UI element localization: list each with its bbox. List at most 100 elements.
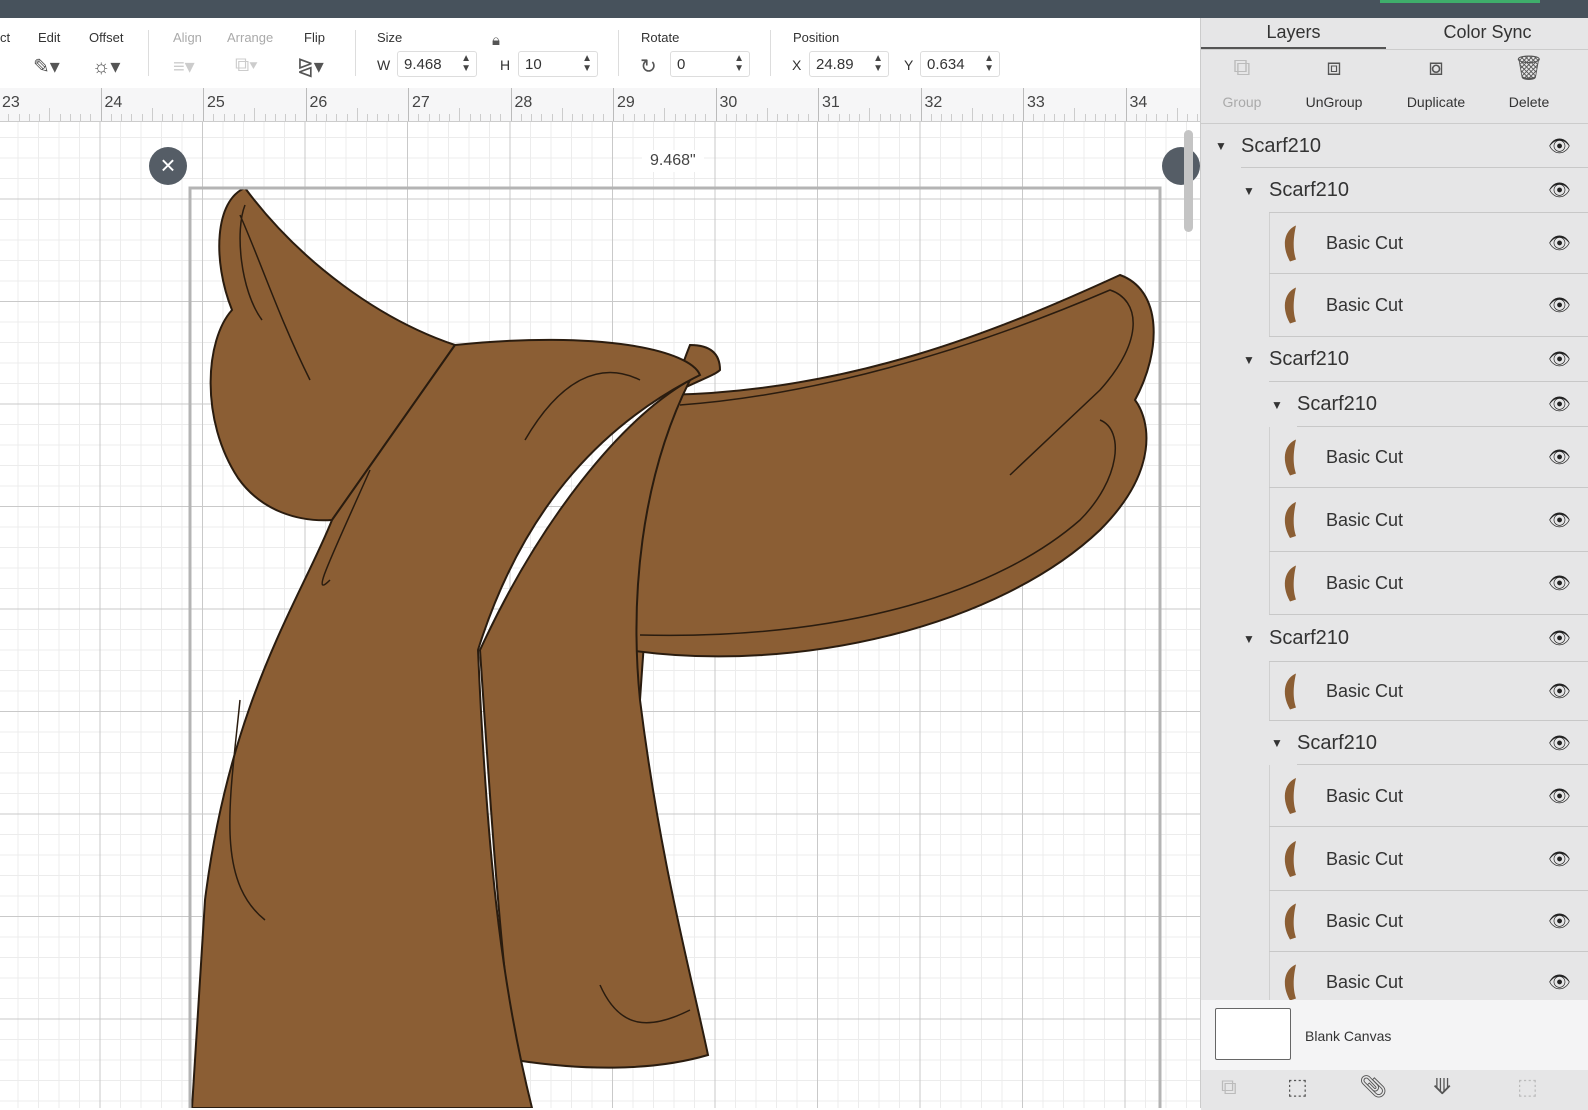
edit-icon[interactable]: ✎▾ bbox=[33, 54, 60, 79]
ruler-label: 26 bbox=[309, 94, 328, 111]
blank-canvas-row[interactable]: Blank Canvas bbox=[1201, 1000, 1588, 1070]
collapse-caret-icon[interactable]: ▼ bbox=[1271, 398, 1283, 412]
visibility-eye-icon[interactable]: 👁︎ bbox=[1548, 733, 1571, 754]
visibility-eye-icon[interactable]: 👁︎ bbox=[1548, 786, 1571, 807]
layer-group-row[interactable]: ▼ Scarf210 👁︎ bbox=[1201, 124, 1588, 168]
layer-cut-row[interactable]: Basic Cut 👁︎ bbox=[1201, 427, 1588, 488]
visibility-eye-icon[interactable]: 👁︎ bbox=[1548, 911, 1571, 932]
group-button[interactable]: ⧉ Group bbox=[1197, 54, 1287, 110]
layer-group-row[interactable]: ▼ Scarf210 👁︎ bbox=[1201, 168, 1588, 213]
ruler-minor-tick bbox=[551, 114, 553, 121]
visibility-eye-icon[interactable]: 👁︎ bbox=[1548, 447, 1571, 468]
visibility-eye-icon[interactable]: 👁︎ bbox=[1548, 573, 1571, 594]
layer-cut-row[interactable]: Basic Cut 👁︎ bbox=[1201, 891, 1588, 952]
layer-thumbnail bbox=[1269, 427, 1313, 488]
layer-group-row[interactable]: ▼ Scarf210 👁︎ bbox=[1201, 337, 1588, 382]
ruler-minor-tick bbox=[315, 114, 317, 121]
arrange-icon[interactable]: ⧉▾ bbox=[235, 54, 258, 77]
ruler-minor-tick bbox=[561, 108, 563, 121]
collapse-caret-icon[interactable]: ▼ bbox=[1271, 736, 1283, 750]
ruler-minor-tick bbox=[162, 114, 163, 121]
ruler-minor-tick bbox=[274, 114, 276, 121]
ruler-minor-tick bbox=[469, 114, 471, 121]
ruler-minor-tick bbox=[992, 114, 994, 121]
layer-group-row[interactable]: ▼ Scarf210 👁︎ bbox=[1201, 721, 1588, 765]
attach-icon[interactable]: 📎︎ bbox=[1359, 1074, 1387, 1100]
collapse-caret-icon[interactable]: ▼ bbox=[1243, 184, 1255, 198]
flip-icon[interactable]: ⧎▾ bbox=[297, 54, 324, 79]
layer-cut-row[interactable]: Basic Cut 👁︎ bbox=[1201, 765, 1588, 827]
tab-layers[interactable]: Layers bbox=[1201, 18, 1386, 49]
lock-icon[interactable]: 🔒︎ bbox=[492, 32, 500, 49]
visibility-eye-icon[interactable]: 👁︎ bbox=[1548, 681, 1571, 702]
visibility-eye-icon[interactable]: 👁︎ bbox=[1548, 394, 1571, 415]
rotate-input[interactable]: 0 ▲ ▼ bbox=[670, 51, 750, 77]
height-input[interactable]: 10 ▲ ▼ bbox=[518, 51, 598, 77]
y-stepper[interactable]: ▲ ▼ bbox=[984, 54, 994, 74]
canvas-color-swatch[interactable] bbox=[1215, 1008, 1291, 1060]
y-input[interactable]: 0.634 ▲ ▼ bbox=[920, 51, 1000, 77]
ruler-minor-tick bbox=[346, 114, 348, 121]
ruler-major-tick bbox=[920, 88, 922, 121]
visibility-eye-icon[interactable]: 👁︎ bbox=[1548, 849, 1571, 870]
layer-cut-row[interactable]: Basic Cut 👁︎ bbox=[1201, 662, 1588, 721]
layer-cut-row[interactable]: Basic Cut 👁︎ bbox=[1201, 952, 1588, 1000]
layer-cut-row[interactable]: Basic Cut 👁︎ bbox=[1201, 488, 1588, 552]
visibility-eye-icon[interactable]: 👁︎ bbox=[1548, 233, 1571, 254]
layer-group-row[interactable]: ▼ Scarf210 👁︎ bbox=[1201, 615, 1588, 662]
ruler-minor-tick bbox=[910, 114, 912, 121]
visibility-eye-icon[interactable]: 👁︎ bbox=[1548, 136, 1571, 157]
visibility-eye-icon[interactable]: 👁︎ bbox=[1548, 510, 1571, 531]
x-input[interactable]: 24.89 ▲ ▼ bbox=[809, 51, 889, 77]
width-input[interactable]: 9.468 ▲ ▼ bbox=[397, 51, 477, 77]
flatten-icon[interactable]: ⟱ bbox=[1433, 1074, 1451, 1100]
rotate-stepper[interactable]: ▲ ▼ bbox=[734, 54, 744, 74]
delete-selection-button[interactable]: × bbox=[149, 147, 187, 185]
visibility-eye-icon[interactable]: 👁︎ bbox=[1548, 295, 1571, 316]
visibility-eye-icon[interactable]: 👁︎ bbox=[1548, 180, 1571, 201]
offset-icon[interactable]: ☼▾ bbox=[92, 54, 120, 79]
scarf-artwork[interactable] bbox=[0, 122, 1200, 1108]
ruler-minor-tick bbox=[418, 114, 420, 121]
layer-cut-row[interactable]: Basic Cut 👁︎ bbox=[1201, 827, 1588, 891]
design-canvas[interactable]: × 9.468" bbox=[0, 122, 1200, 1108]
tab-color-sync[interactable]: Color Sync bbox=[1386, 18, 1588, 49]
layer-group-row[interactable]: ▼ Scarf210 👁︎ bbox=[1201, 382, 1588, 427]
align-icon[interactable]: ≡▾ bbox=[173, 54, 195, 79]
ungroup-button[interactable]: ⧈ UnGroup bbox=[1289, 54, 1379, 110]
x-stepper[interactable]: ▲ ▼ bbox=[873, 54, 883, 74]
ruler-minor-tick bbox=[1053, 114, 1055, 121]
collapse-caret-icon[interactable]: ▼ bbox=[1215, 139, 1227, 153]
layer-cut-row[interactable]: Basic Cut 👁︎ bbox=[1201, 213, 1588, 274]
layer-cut-row[interactable]: Basic Cut 👁︎ bbox=[1201, 274, 1588, 337]
height-stepper[interactable]: ▲ ▼ bbox=[582, 54, 592, 74]
ruler-minor-tick bbox=[674, 114, 676, 121]
slice-icon[interactable]: ⧉ bbox=[1221, 1074, 1237, 1100]
layer-cut-row[interactable]: Basic Cut 👁︎ bbox=[1201, 552, 1588, 615]
rotate-label: Rotate bbox=[641, 30, 680, 45]
ruler-minor-tick bbox=[1094, 114, 1096, 121]
weld-icon[interactable]: ⬚ bbox=[1287, 1074, 1308, 1100]
visibility-eye-icon[interactable]: 👁︎ bbox=[1548, 349, 1571, 370]
collapse-caret-icon[interactable]: ▼ bbox=[1243, 353, 1255, 367]
collapse-caret-icon[interactable]: ▼ bbox=[1243, 632, 1255, 646]
width-stepper[interactable]: ▲ ▼ bbox=[461, 54, 471, 74]
ruler-minor-tick bbox=[1135, 114, 1137, 121]
duplicate-button[interactable]: ⧇ Duplicate bbox=[1391, 54, 1481, 110]
group-name: Scarf210 bbox=[1241, 134, 1322, 157]
duplicate-label: Duplicate bbox=[1406, 94, 1466, 110]
rotate-handle[interactable] bbox=[1162, 147, 1200, 185]
visibility-eye-icon[interactable]: 👁︎ bbox=[1548, 628, 1571, 649]
visibility-eye-icon[interactable]: 👁︎ bbox=[1548, 972, 1571, 993]
ruler-minor-tick bbox=[1064, 114, 1065, 121]
make-button-edge[interactable] bbox=[1380, 0, 1540, 3]
size-label: Size bbox=[377, 30, 403, 45]
ruler-minor-tick bbox=[490, 114, 491, 121]
contour-icon[interactable]: ⬚ bbox=[1517, 1074, 1538, 1100]
ruler-minor-tick bbox=[684, 114, 686, 121]
height-label: H bbox=[500, 57, 511, 73]
vertical-scrollbar[interactable] bbox=[1184, 130, 1193, 232]
ruler-minor-tick bbox=[592, 114, 594, 121]
ruler-minor-tick bbox=[520, 114, 522, 121]
delete-button[interactable]: 🗑︎ Delete bbox=[1484, 54, 1574, 110]
